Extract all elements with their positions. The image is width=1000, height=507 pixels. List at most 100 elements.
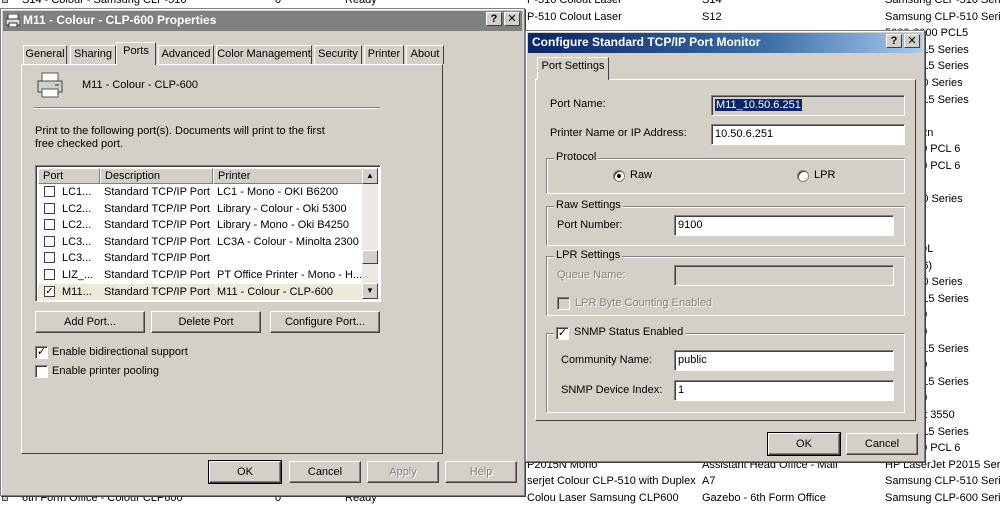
- ports-list-header: Port Description Printer: [38, 168, 368, 184]
- snmp-enabled-checkbox[interactable]: ✓: [556, 327, 569, 340]
- column-header-description[interactable]: Description: [100, 168, 213, 184]
- port-name: LC3...: [62, 252, 92, 265]
- port-printer: LC1 - Mono - OKI B6200: [217, 186, 339, 198]
- printer-list-comments: P-510 Colout Laser: [527, 10, 622, 23]
- raw-label[interactable]: Raw: [630, 169, 652, 181]
- printer-icon: [5, 13, 21, 28]
- port-row[interactable]: LC3... Standard TCP/IP Port LC3A - Colour …: [38, 234, 364, 251]
- printer-list-comments: serjet Colour CLP-510 with Duplex: [527, 475, 696, 488]
- port-checkbox[interactable]: [44, 269, 55, 280]
- port-printer: LC3A - Colour - Minolta 2300: [217, 235, 359, 248]
- port-row[interactable]: LC3... Standard TCP/IP Port: [38, 250, 364, 267]
- lpr-label[interactable]: LPR: [814, 169, 835, 181]
- apply-button[interactable]: Apply: [367, 461, 439, 483]
- scroll-down-arrow-icon[interactable]: ▼: [362, 283, 378, 299]
- tab-about[interactable]: About: [406, 45, 444, 64]
- lpr-byte-counting-checkbox[interactable]: [557, 297, 570, 310]
- ports-tab-page: M11 - Colour - CLP-600 Print to the foll…: [21, 64, 443, 454]
- protocol-group: Protocol Raw LPR: [546, 151, 905, 194]
- header-separator: [34, 107, 380, 109]
- bidirectional-label[interactable]: Enable bidirectional support: [52, 346, 188, 358]
- printer-name-label: M11 - Colour - CLP-600: [82, 79, 198, 91]
- tab-security[interactable]: Security: [314, 45, 362, 64]
- port-description: Standard TCP/IP Port: [104, 285, 210, 298]
- tcpip-title: Configure Standard TCP/IP Port Monitor: [532, 35, 761, 49]
- port-number-field[interactable]: 9100: [674, 215, 894, 236]
- snmp-group-title: ✓ SNMP Status Enabled: [554, 326, 686, 340]
- ports-list-scrollbar[interactable]: ▲ ▼: [362, 168, 378, 299]
- printer-list-comments: Colou Laser Samsung CLP600: [527, 492, 679, 504]
- printer-large-icon: [36, 71, 66, 104]
- port-description: Standard TCP/IP Port: [104, 235, 210, 248]
- tab-port-settings[interactable]: Port Settings: [537, 57, 609, 80]
- lpr-settings-title: LPR Settings: [554, 249, 623, 261]
- printer-list-location: Gazebo - 6th Form Office: [702, 492, 826, 504]
- port-description: Standard TCP/IP Port: [104, 202, 210, 215]
- ok-button[interactable]: OK: [208, 460, 282, 484]
- raw-settings-group: Raw Settings Port Number: 9100: [546, 199, 905, 246]
- configure-port-button[interactable]: Configure Port...: [270, 311, 380, 333]
- printer-list-location: S14: [702, 0, 722, 6]
- properties-title: M11 - Colour - CLP-600 Properties: [23, 13, 217, 27]
- ports-list[interactable]: Port Description Printer LC1... Standard …: [35, 165, 381, 302]
- printer-list-model: Samsung CLP-510 Series: [885, 10, 1000, 23]
- column-header-printer[interactable]: Printer: [213, 168, 368, 184]
- port-name-field[interactable]: M11_10.50.6.251: [711, 95, 905, 116]
- help-title-button[interactable]: ?: [486, 12, 502, 26]
- properties-titlebar[interactable]: M11 - Colour - CLP-600 Properties: [3, 11, 522, 31]
- queue-name-field[interactable]: [674, 265, 894, 286]
- printer-properties-dialog: M11 - Colour - CLP-600 Properties ? ✕ Ge…: [0, 8, 525, 496]
- close-title-button[interactable]: ✕: [504, 12, 520, 26]
- port-checkbox[interactable]: [44, 186, 55, 197]
- port-name: LC2...: [62, 219, 92, 232]
- tcpip-cancel-button[interactable]: Cancel: [846, 433, 918, 455]
- pooling-checkbox[interactable]: [35, 365, 48, 378]
- tab-sharing[interactable]: Sharing: [70, 45, 116, 64]
- port-checkbox[interactable]: [44, 202, 55, 214]
- printer-list-model: Samsung CLP-510 Series: [885, 475, 1000, 488]
- port-row[interactable]: LIZ_... Standard TCP/IP Port PT Office Pri…: [38, 267, 364, 284]
- tcpip-help-title-button[interactable]: ?: [886, 34, 902, 48]
- ip-address-field[interactable]: 10.50.6.251: [711, 124, 905, 145]
- port-description: Standard TCP/IP Port: [104, 219, 210, 232]
- port-checkbox[interactable]: [44, 252, 55, 264]
- tab-printer[interactable]: Printer: [364, 45, 404, 64]
- printer-list-location: A7: [702, 475, 716, 488]
- scroll-thumb[interactable]: [362, 250, 378, 264]
- port-name: LC2...: [62, 202, 92, 215]
- protocol-group-title: Protocol: [554, 151, 599, 163]
- help-button[interactable]: Help: [445, 461, 517, 483]
- port-name: M11...: [62, 285, 92, 298]
- port-row[interactable]: LC1... Standard TCP/IP Port LC1 - Mono - O…: [38, 184, 364, 201]
- port-printer: PT Office Printer - Mono - H...: [217, 269, 363, 281]
- snmp-group: ✓ SNMP Status Enabled Community Name: pu…: [546, 326, 905, 413]
- bidirectional-checkbox[interactable]: ✓: [35, 346, 48, 359]
- pooling-label[interactable]: Enable printer pooling: [52, 365, 159, 377]
- port-row[interactable]: LC2... Standard TCP/IP Port Library - Colo…: [38, 201, 364, 218]
- tab-ports[interactable]: Ports: [116, 42, 156, 65]
- tcpip-close-title-button[interactable]: ✕: [904, 34, 920, 48]
- port-checkbox[interactable]: ✓: [44, 285, 55, 297]
- snmp-enabled-label[interactable]: SNMP Status Enabled: [574, 326, 683, 338]
- tab-color-management[interactable]: Color Management: [216, 45, 312, 64]
- scroll-up-arrow-icon[interactable]: ▲: [362, 168, 378, 184]
- tab-advanced[interactable]: Advanced: [158, 45, 214, 64]
- raw-radio[interactable]: [613, 170, 625, 182]
- port-row[interactable]: LC2... Standard TCP/IP Port Library - Mono…: [38, 217, 364, 234]
- cancel-button[interactable]: Cancel: [289, 461, 361, 483]
- port-row[interactable]: ✓ M11... Standard TCP/IP Port M11 - Colour …: [38, 283, 364, 301]
- delete-port-button[interactable]: Delete Port: [151, 311, 261, 333]
- tcpip-titlebar[interactable]: Configure Standard TCP/IP Port Monitor: [528, 33, 922, 53]
- device-index-field[interactable]: 1: [674, 380, 894, 401]
- lpr-radio[interactable]: [797, 170, 809, 182]
- tcpip-ok-button[interactable]: OK: [767, 432, 841, 456]
- tab-general[interactable]: General: [23, 45, 67, 64]
- port-checkbox[interactable]: [44, 235, 55, 247]
- column-header-port[interactable]: Port: [38, 168, 100, 184]
- community-name-field[interactable]: public: [674, 350, 894, 371]
- printer-list-name: S14 - Colour - Samsung CLP-510: [22, 0, 187, 6]
- port-checkbox[interactable]: [44, 219, 55, 231]
- lpr-byte-counting-label[interactable]: LPR Byte Counting Enabled: [575, 297, 712, 309]
- port-settings-page: Port Name: M11_10.50.6.251 Printer Name …: [535, 79, 916, 421]
- add-port-button[interactable]: Add Port...: [35, 311, 145, 333]
